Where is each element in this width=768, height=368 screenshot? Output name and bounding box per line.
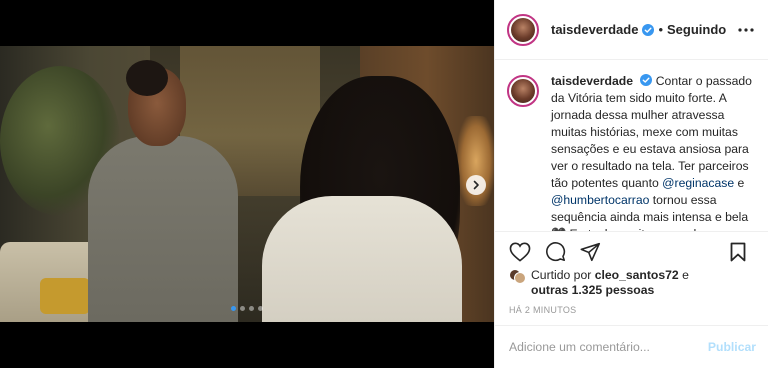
more-options-button[interactable] [736, 27, 756, 32]
save-button[interactable] [730, 242, 746, 262]
following-button[interactable]: Seguindo [667, 22, 726, 37]
post-photo[interactable] [0, 46, 494, 322]
avatar-image [511, 79, 535, 103]
header-username[interactable]: taisdeverdade [551, 22, 638, 37]
photo-woman-right-body [262, 196, 462, 322]
publish-button[interactable]: Publicar [708, 340, 756, 354]
liked-by-prefix: Curtido por [531, 268, 592, 282]
verified-badge-icon [642, 23, 655, 36]
share-button[interactable] [580, 242, 601, 262]
mention-link[interactable]: @reginacase [662, 176, 734, 190]
liked-by-user-link[interactable]: cleo_santos72 [595, 268, 679, 282]
liked-by-suffix: e [682, 268, 689, 282]
carousel-indicator [231, 306, 263, 311]
carousel-next-button[interactable] [466, 175, 486, 195]
action-bar [495, 231, 768, 271]
carousel-dot [258, 306, 263, 311]
header-separator: • [658, 22, 663, 37]
post-media [0, 0, 494, 368]
like-button[interactable] [509, 242, 531, 262]
share-icon [580, 242, 601, 261]
liker-avatars [509, 269, 526, 285]
post-side-panel: taisdeverdade • Seguindo taisdeverdade C… [494, 0, 768, 368]
caption-avatar[interactable] [507, 75, 539, 107]
heart-icon [509, 242, 531, 262]
carousel-dot [231, 306, 236, 311]
others-likes-link[interactable]: outras 1.325 pessoas [531, 283, 654, 297]
comment-input[interactable] [509, 340, 708, 354]
caption-section: taisdeverdade Contar o passado da Vitóri… [495, 61, 768, 231]
comment-button[interactable] [545, 241, 566, 262]
more-options-icon [738, 27, 754, 32]
chevron-right-icon [473, 180, 479, 190]
carousel-dot [240, 306, 245, 311]
post-timestamp[interactable]: HÁ 2 MINUTOS [509, 305, 576, 315]
caption-join: e [737, 176, 745, 190]
avatar-image [511, 17, 535, 42]
photo-woman-left-hair [126, 60, 168, 96]
caption-body: Contar o passado da Vitória tem sido mui… [551, 74, 752, 190]
likes-summary: Curtido por cleo_santos72 e outras 1.325… [509, 268, 759, 298]
caption-text: taisdeverdade Contar o passado da Vitóri… [551, 73, 756, 231]
likes-text: Curtido por cleo_santos72 e outras 1.325… [531, 268, 689, 298]
photo-cushion [40, 278, 90, 314]
comment-bar: Publicar [495, 325, 768, 368]
avatar[interactable] [507, 13, 539, 46]
carousel-dot [249, 306, 254, 311]
caption-username[interactable]: taisdeverdade [551, 74, 633, 88]
verified-badge-icon [640, 74, 653, 86]
avatar [514, 272, 526, 284]
photo-woman-left-body [88, 136, 238, 322]
post-header: taisdeverdade • Seguindo [495, 0, 768, 60]
bookmark-icon [730, 242, 746, 261]
mention-link[interactable]: @humbertocarrao [551, 193, 649, 207]
comment-icon [546, 242, 566, 262]
